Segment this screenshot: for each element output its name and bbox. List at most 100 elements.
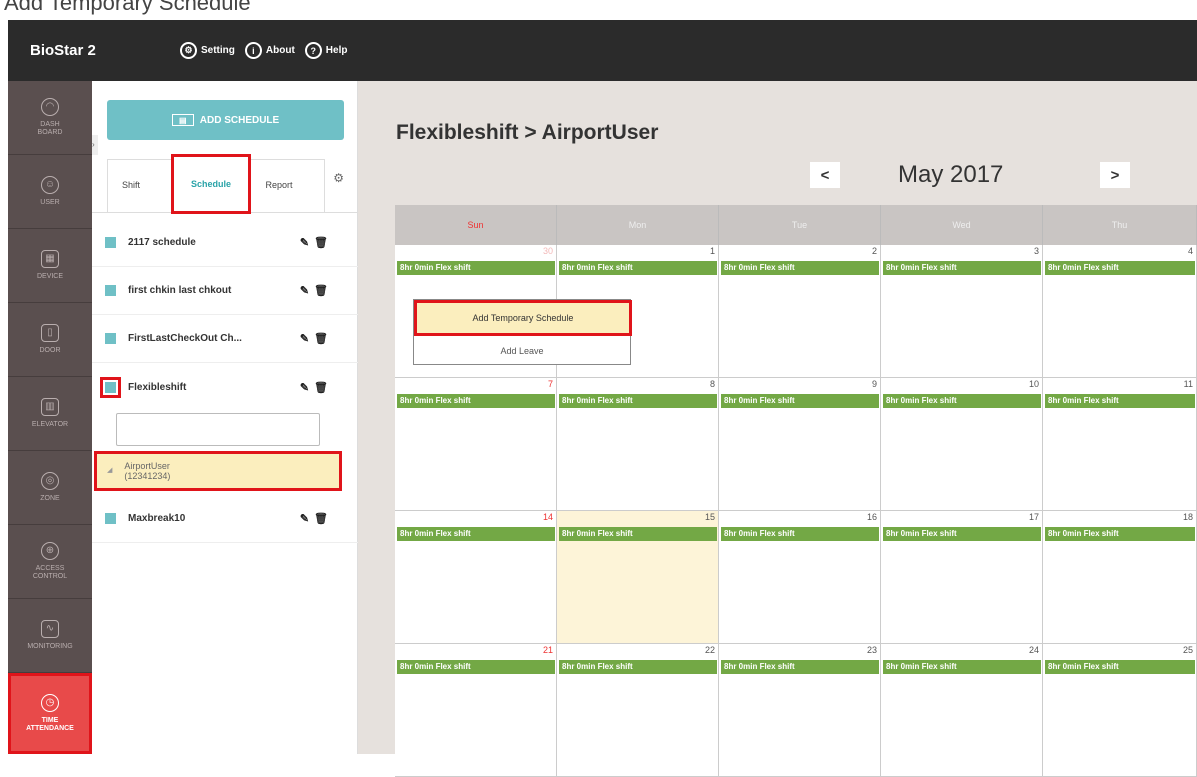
shift-bar[interactable]: 8hr 0min Flex shift (721, 261, 879, 275)
gear-icon[interactable]: ⚙ (333, 171, 344, 185)
day-number: 16 (866, 512, 877, 522)
prev-month-button[interactable]: < (810, 162, 840, 188)
setting-link[interactable]: ⚙ Setting (180, 42, 235, 59)
edit-delete-icons[interactable]: ✎🗑 (300, 381, 333, 394)
shift-bar[interactable]: 8hr 0min Flex shift (559, 261, 717, 275)
nav-dashboard[interactable]: ◠ DASH BOARD (8, 81, 92, 155)
tab-report[interactable]: Report (254, 157, 304, 213)
schedule-row[interactable]: FirstLastCheckOut Ch... ✎🗑 (92, 315, 358, 363)
clock-icon: ◷ (41, 694, 59, 712)
nav-elevator[interactable]: ▥ ELEVATOR (8, 377, 92, 451)
calendar-day-cell[interactable]: 2 8hr 0min Flex shift (719, 245, 881, 378)
calendar-day-cell[interactable]: 11 8hr 0min Flex shift (1043, 378, 1197, 511)
calendar-day-cell[interactable]: 17 8hr 0min Flex shift (881, 511, 1043, 644)
schedule-row[interactable]: first chkin last chkout ✎🗑 (92, 267, 358, 315)
calendar-day-cell[interactable]: 10 8hr 0min Flex shift (881, 378, 1043, 511)
calendar-icon: ▤ (171, 114, 194, 126)
calendar-day-cell[interactable]: 4 8hr 0min Flex shift (1043, 245, 1197, 378)
caption-text: Add Temporary Schedule (4, 0, 251, 15)
day-number: 1 (709, 246, 715, 256)
shift-bar[interactable]: 8hr 0min Flex shift (397, 394, 555, 408)
nav-time-attendance[interactable]: ◷ TIME ATTENDANCE (8, 673, 92, 754)
shift-bar[interactable]: 8hr 0min Flex shift (397, 527, 555, 541)
day-header: Tue (719, 205, 881, 245)
shift-bar[interactable]: 8hr 0min Flex shift (883, 527, 1041, 541)
schedule-row[interactable]: Maxbreak10 ✎🗑 (92, 495, 358, 543)
expand-icon[interactable] (105, 285, 116, 296)
calendar-day-cell[interactable]: 25 8hr 0min Flex shift (1043, 644, 1197, 777)
assigned-user-row[interactable]: ◢ AirportUser (12341234) (94, 451, 342, 491)
day-header: Sun (395, 205, 557, 245)
schedule-panel: ▤ ADD SCHEDULE › Shift Schedule Report ⚙ … (92, 81, 358, 754)
schedule-name: Maxbreak10 (128, 513, 186, 524)
nav-device[interactable]: ▦ DEVICE (8, 229, 92, 303)
tab-shift[interactable]: Shift (107, 157, 155, 213)
help-link[interactable]: ? Help (304, 42, 348, 59)
shift-bar[interactable]: 8hr 0min Flex shift (1045, 394, 1195, 408)
dashboard-icon: ◠ (41, 98, 59, 116)
add-leave-item[interactable]: Add Leave (414, 338, 630, 364)
shift-bar[interactable]: 8hr 0min Flex shift (559, 527, 717, 541)
edit-delete-icons[interactable]: ✎🗑 (300, 512, 333, 525)
collapse-icon[interactable] (100, 376, 121, 398)
brand-logo: BioStar 2 (30, 42, 96, 59)
shift-bar[interactable]: 8hr 0min Flex shift (1045, 660, 1195, 674)
nav-user[interactable]: ☺ USER (8, 155, 92, 229)
shift-bar[interactable]: 8hr 0min Flex shift (559, 394, 717, 408)
add-schedule-button[interactable]: ▤ ADD SCHEDULE (107, 100, 344, 140)
nav-label: ATTENDANCE (26, 725, 74, 732)
schedule-name: Flexibleshift (128, 381, 187, 393)
calendar-day-cell[interactable]: 16 8hr 0min Flex shift (719, 511, 881, 644)
calendar-day-cell[interactable]: 21 8hr 0min Flex shift (395, 644, 557, 777)
shift-bar[interactable]: 8hr 0min Flex shift (1045, 527, 1195, 541)
shift-bar[interactable]: 8hr 0min Flex shift (883, 660, 1041, 674)
expand-icon[interactable] (105, 513, 116, 524)
nav-zone[interactable]: ◎ ZONE (8, 451, 92, 525)
expand-icon[interactable] (105, 237, 116, 248)
calendar-day-cell[interactable]: 3 8hr 0min Flex shift (881, 245, 1043, 378)
calendar-day-cell[interactable]: 15 8hr 0min Flex shift (557, 511, 719, 644)
calendar-day-cell[interactable]: 23 8hr 0min Flex shift (719, 644, 881, 777)
calendar-grid: Sun Mon Tue Wed Thu 30 8hr 0min Flex shift 1 8hr… (395, 205, 1197, 777)
shift-bar[interactable]: 8hr 0min Flex shift (559, 660, 717, 674)
calendar-day-cell[interactable]: 8 8hr 0min Flex shift (557, 378, 719, 511)
edit-delete-icons[interactable]: ✎🗑 (300, 284, 333, 297)
next-month-button[interactable]: > (1100, 162, 1130, 188)
shift-bar[interactable]: 8hr 0min Flex shift (1045, 261, 1195, 275)
shift-bar[interactable]: 8hr 0min Flex shift (721, 394, 879, 408)
calendar-day-cell[interactable]: 14 8hr 0min Flex shift (395, 511, 557, 644)
collapse-handle[interactable]: › (92, 135, 98, 155)
add-temporary-schedule-item[interactable]: Add Temporary Schedule (414, 300, 632, 336)
edit-delete-icons[interactable]: ✎🗑 (300, 332, 333, 345)
shift-bar[interactable]: 8hr 0min Flex shift (397, 261, 555, 275)
page-title: Flexibleshift > AirportUser (396, 121, 659, 144)
edit-delete-icons[interactable]: ✎🗑 (300, 236, 333, 249)
shift-bar[interactable]: 8hr 0min Flex shift (883, 261, 1041, 275)
day-number: 15 (704, 512, 715, 522)
shift-bar[interactable]: 8hr 0min Flex shift (397, 660, 555, 674)
calendar-day-cell[interactable]: 9 8hr 0min Flex shift (719, 378, 881, 511)
schedule-row[interactable]: 2117 schedule ✎🗑 (92, 219, 358, 267)
nav-monitoring[interactable]: ∿ MONITORING (8, 599, 92, 673)
schedule-row[interactable]: Flexibleshift ✎🗑 (92, 363, 358, 411)
shift-bar[interactable]: 8hr 0min Flex shift (721, 527, 879, 541)
shift-bar[interactable]: 8hr 0min Flex shift (721, 660, 879, 674)
calendar-day-cell[interactable]: 22 8hr 0min Flex shift (557, 644, 719, 777)
calendar-day-cell[interactable]: 7 8hr 0min Flex shift (395, 378, 557, 511)
expand-icon[interactable] (105, 333, 116, 344)
tab-schedule[interactable]: Schedule (171, 154, 251, 214)
calendar-day-cell[interactable]: 18 8hr 0min Flex shift (1043, 511, 1197, 644)
zone-icon: ◎ (41, 472, 59, 490)
nav-access-control[interactable]: ⊕ ACCESS CONTROL (8, 525, 92, 599)
shift-bar[interactable]: 8hr 0min Flex shift (883, 394, 1041, 408)
help-label: Help (325, 45, 348, 56)
nav-door[interactable]: ▯ DOOR (8, 303, 92, 377)
day-number: 3 (1033, 246, 1039, 256)
user-search-input[interactable] (116, 413, 320, 446)
about-link[interactable]: i About (244, 42, 295, 59)
calendar-day-cell[interactable]: 24 8hr 0min Flex shift (881, 644, 1043, 777)
nav-label: ZONE (40, 495, 60, 502)
calendar-area: Flexibleshift > AirportUser < May 2017 >… (358, 81, 1197, 777)
day-number: 2 (871, 246, 877, 256)
day-number: 17 (1028, 512, 1039, 522)
